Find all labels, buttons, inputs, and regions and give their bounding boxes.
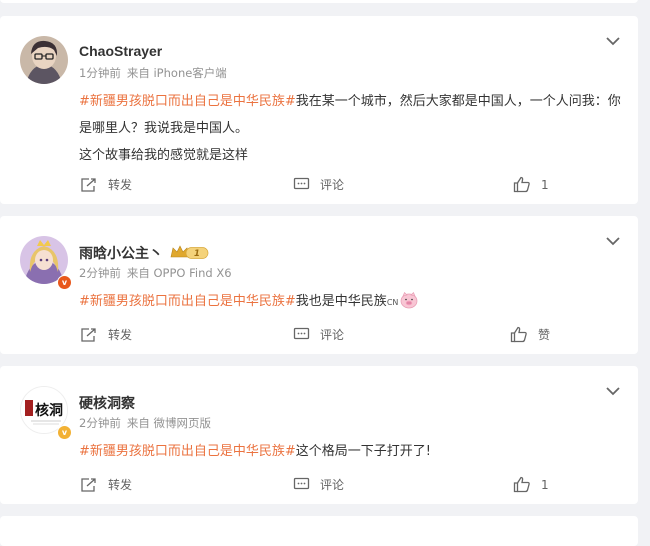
comment-label: 评论 [320,178,345,192]
post-meta: 2分钟前 来自 OPPO Find X6 [79,265,232,281]
chevron-down-icon[interactable] [604,384,622,398]
post-card: 核洞 v 硬核洞察 2分钟前 来自 微博网页版 #新疆男孩脱口而出自己是中华民族#… [0,366,638,504]
comment-icon [293,477,310,490]
comment-button[interactable]: 评论 [293,476,344,493]
post-meta: 1分钟前 来自 iPhone客户端 [79,65,227,81]
post-source: 来自 OPPO Find X6 [126,266,232,280]
post-time[interactable]: 2分钟前 [79,266,121,280]
like-button[interactable]: 赞 [510,326,550,343]
comment-button[interactable]: 评论 [293,326,344,343]
hashtag-link[interactable]: #新疆男孩脱口而出自己是中华民族# [79,294,296,309]
post-content: #新疆男孩脱口而出自己是中华民族#我在某一个城市，然后大家都是中国人，一个人问我… [79,88,627,169]
thumbs-up-icon [510,326,527,343]
thumbs-up-icon [513,476,530,493]
comment-label: 评论 [320,328,345,342]
post-text: 这个格局一下子打开了! [295,444,432,459]
verified-badge: v [57,425,72,440]
verified-badge: v [57,275,72,290]
chevron-down-icon[interactable] [604,34,622,48]
post-source: 来自 微博网页版 [126,416,211,430]
user-name[interactable]: ChaoStrayer [79,43,162,59]
like-count: 1 [541,177,549,192]
repost-label: 转发 [108,328,133,342]
user-name[interactable]: 雨晗小公主丶 [79,243,163,263]
repost-label: 转发 [108,478,133,492]
comment-button[interactable]: 评论 [293,176,344,193]
post-meta: 2分钟前 来自 微博网页版 [79,415,211,431]
repost-button[interactable]: 转发 [80,476,132,493]
hashtag-link[interactable]: #新疆男孩脱口而出自己是中华民族# [79,444,296,459]
repost-button[interactable]: 转发 [80,326,132,343]
post-text: 我也是中华民族 [295,294,387,309]
post-card-partial-bottom [0,516,638,546]
post-text-line2: 这个故事给我的感觉就是这样 [79,148,249,163]
user-name[interactable]: 硬核洞察 [79,393,135,413]
avatar-logo-text: 核洞 [35,402,63,419]
pig-face-emoji-icon [401,291,418,309]
comment-icon [293,327,310,340]
hashtag-link[interactable]: #新疆男孩脱口而出自己是中华民族# [79,94,296,109]
repost-label: 转发 [108,178,133,192]
repost-icon [81,177,96,192]
post-source: 来自 iPhone客户端 [126,66,227,80]
chevron-down-icon[interactable] [604,234,622,248]
post-card: ChaoStrayer 1分钟前 来自 iPhone客户端 #新疆男孩脱口而出自己… [0,16,638,204]
post-time[interactable]: 1分钟前 [79,66,121,80]
like-count: 1 [541,477,549,492]
like-button[interactable]: 1 [513,476,549,493]
post-content: #新疆男孩脱口而出自己是中华民族#我也是中华民族CN [79,288,627,316]
like-button[interactable]: 1 [513,176,549,193]
level-number: 1 [194,249,200,259]
post-card: v 雨晗小公主丶 1 2分钟前 来自 OPPO Find X6 #新疆男孩脱口而出… [0,216,638,354]
comment-icon [293,177,310,190]
avatar-illustration-icon [20,36,68,84]
repost-button[interactable]: 转发 [80,176,132,193]
thumbs-up-icon [513,176,530,193]
post-time[interactable]: 2分钟前 [79,416,121,430]
repost-icon [81,477,96,492]
emoji-label: CN [386,298,399,307]
comment-label: 评论 [320,478,345,492]
post-card-partial-top [0,0,638,3]
repost-icon [81,327,96,342]
like-label: 赞 [538,328,551,342]
avatar[interactable] [20,36,68,84]
post-content: #新疆男孩脱口而出自己是中华民族#这个格局一下子打开了! [79,438,627,465]
vip-crown-badge-icon[interactable]: 1 [170,245,210,261]
